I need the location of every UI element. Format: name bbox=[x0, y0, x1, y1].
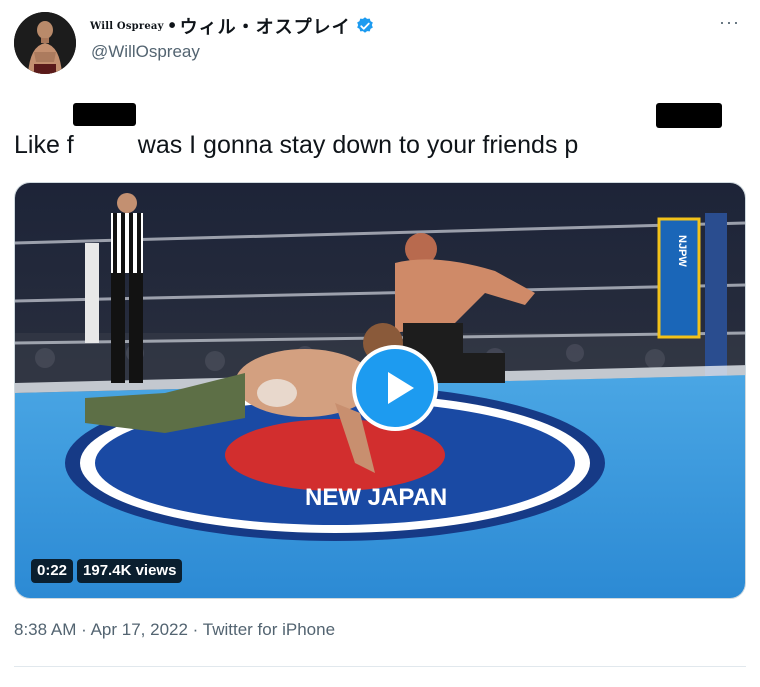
tweet-card: Will Ospreay • ウィル・オスプレイ @WillOspreay ··… bbox=[0, 0, 760, 687]
tweet-source[interactable]: Twitter for iPhone bbox=[203, 620, 335, 639]
verified-badge-icon bbox=[356, 17, 373, 33]
meta-separator: · bbox=[81, 620, 87, 639]
redaction-bar bbox=[73, 103, 136, 126]
redaction-bar bbox=[656, 103, 722, 128]
video-player[interactable]: NJPW NEW JAPAN 0:22 197.4K views bbox=[14, 182, 746, 599]
tweet-time[interactable]: 8:38 AM bbox=[14, 620, 76, 639]
tweet-timestamp: 8:38 AM · Apr 17, 2022 · Twitter for iPh… bbox=[14, 620, 335, 640]
meta-separator: · bbox=[192, 620, 199, 639]
tweet-text-line1-start: Like f bbox=[14, 131, 74, 159]
play-button[interactable] bbox=[352, 345, 438, 431]
name-separator: • bbox=[168, 15, 176, 37]
tweet-date[interactable]: Apr 17, 2022 bbox=[91, 620, 188, 639]
video-views: 197.4K views bbox=[77, 559, 183, 583]
author-name-row[interactable]: Will Ospreay • ウィル・オスプレイ bbox=[90, 14, 375, 38]
avatar-photo bbox=[14, 12, 76, 74]
video-meta: 0:22 197.4K views bbox=[31, 559, 183, 583]
mat-logo-text: NEW JAPAN bbox=[305, 484, 447, 511]
banner-text: NJPW bbox=[676, 235, 688, 267]
author-handle[interactable]: @WillOspreay bbox=[91, 42, 200, 62]
more-options-icon[interactable]: ··· bbox=[719, 12, 740, 33]
tweet-text-line1-rest: was I gonna stay down to your friends p bbox=[137, 131, 579, 159]
author-display-name[interactable]: Will Ospreay bbox=[90, 21, 164, 32]
divider bbox=[14, 666, 746, 667]
video-duration: 0:22 bbox=[31, 559, 74, 583]
author-display-name-jp[interactable]: ウィル・オスプレイ bbox=[180, 13, 351, 39]
avatar[interactable] bbox=[14, 12, 76, 74]
